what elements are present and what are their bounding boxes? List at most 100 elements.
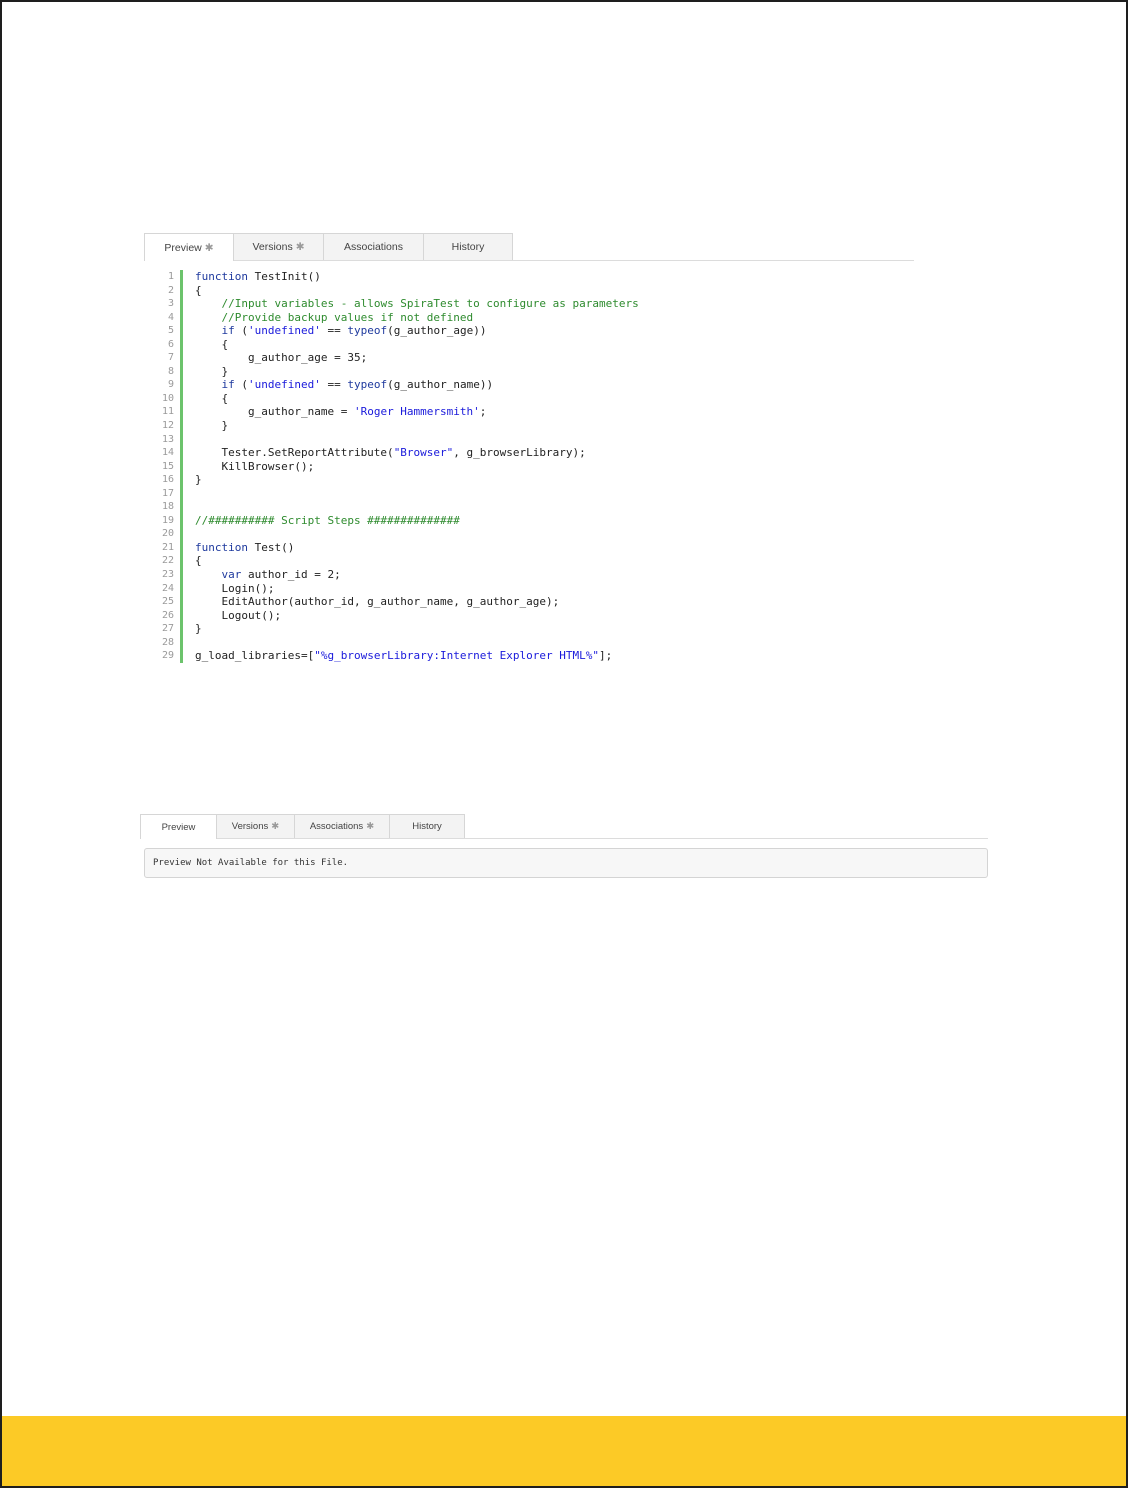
code-token: g_author_age = 35; (195, 351, 368, 365)
code-token: typeof (347, 324, 388, 338)
code-text: if ('undefined' == typeof(g_author_age)) (195, 324, 487, 338)
tab-preview[interactable]: Preview ✱ (144, 233, 234, 261)
code-text: { (195, 338, 228, 352)
code-line: 7 g_author_age = 35; (152, 351, 639, 365)
code-token: } (195, 419, 229, 433)
line-number: 24 (161, 582, 174, 594)
code-token: g_load_libraries=[ (195, 649, 315, 663)
code-token: ( (234, 324, 248, 338)
code-text: //Input variables - allows SpiraTest to … (195, 297, 639, 311)
gutter-bar (180, 270, 183, 284)
line-number: 7 (167, 352, 174, 364)
code-line: 23 var author_id = 2; (152, 568, 639, 582)
line-number: 18 (161, 501, 174, 513)
line-number: 16 (161, 474, 174, 486)
tab-label: Preview (161, 821, 196, 833)
gutter-bar (180, 608, 183, 623)
code-line: 18 (152, 500, 639, 514)
code-line: 4 //Provide backup values if not defined (152, 310, 639, 325)
gutter-bar (180, 622, 183, 636)
preview-message: Preview Not Available for this File. (153, 858, 349, 868)
code-token: ]; (599, 649, 613, 663)
code-token: (g_author_age)) (387, 324, 487, 338)
code-token: function (195, 270, 248, 283)
tab-versions[interactable]: Versions ✱ (216, 814, 295, 838)
code-text: } (195, 365, 228, 379)
line-number: 23 (161, 569, 174, 581)
gutter-bar (180, 432, 183, 447)
code-token: { (195, 337, 229, 351)
code-line: 5 if ('undefined' == typeof(g_author_age… (152, 324, 639, 338)
gutter-bar (180, 283, 183, 298)
code-text: //Provide backup values if not defined (195, 310, 474, 325)
gutter-bar (180, 635, 183, 650)
tab-label: Associations (344, 241, 403, 253)
code-text: { (195, 284, 202, 298)
code-text: g_author_age = 35; (195, 351, 367, 365)
code-text: function TestInit() (195, 270, 321, 284)
code-text: EditAuthor(author_id, g_author_name, g_a… (195, 595, 559, 609)
tab-history[interactable]: History (389, 814, 465, 838)
code-token: 'undefined' (248, 378, 321, 392)
tab-label: History (451, 241, 485, 253)
code-line: 3 //Input variables - allows SpiraTest t… (152, 297, 639, 311)
asterisk-icon: ✱ (295, 241, 305, 253)
asterisk-icon: ✱ (204, 241, 214, 254)
line-number: 15 (161, 460, 174, 472)
gutter-bar (180, 324, 183, 338)
tab-associations[interactable]: Associations ✱ (294, 814, 390, 838)
gutter-bar (180, 595, 183, 609)
code-text: if ('undefined' == typeof(g_author_name)… (195, 378, 494, 392)
code-token: Logout(); (195, 608, 282, 622)
code-line: 25 EditAuthor(author_id, g_author_name, … (152, 595, 639, 609)
gutter-bar (180, 649, 183, 663)
line-number: 4 (167, 311, 174, 323)
code-text: KillBrowser(); (195, 460, 314, 474)
code-token: ( (234, 378, 248, 392)
tab-label: History (412, 821, 442, 832)
code-line: 9 if ('undefined' == typeof(g_author_nam… (152, 378, 639, 392)
preview-tabs-bottom: Preview Versions ✱ Associations ✱ History (140, 814, 988, 839)
gutter-bar (180, 500, 183, 514)
code-token: TestInit() (247, 270, 321, 283)
gutter-bar (180, 540, 183, 555)
gutter-bar (180, 351, 183, 365)
code-token: Tester.SetReportAttribute( (195, 446, 394, 460)
code-token: , g_browserLibrary); (453, 446, 586, 460)
line-number: 19 (161, 514, 174, 526)
code-text: Login(); (195, 582, 274, 596)
tab-associations[interactable]: Associations (323, 233, 424, 260)
code-token: == (320, 324, 348, 338)
gutter-bar (180, 310, 183, 325)
tab-versions[interactable]: Versions ✱ (233, 233, 324, 260)
code-token: EditAuthor(author_id, g_author_name, g_a… (195, 595, 560, 609)
line-number: 3 (167, 298, 174, 310)
code-token: if (221, 378, 235, 392)
code-token: g_author_name = (195, 405, 354, 419)
code-line: 20 (152, 527, 639, 541)
code-line: 12 } (152, 419, 639, 433)
line-number: 12 (161, 420, 174, 432)
code-line: 6 { (152, 337, 639, 352)
line-number: 26 (161, 609, 174, 621)
line-number: 25 (161, 596, 174, 608)
tab-history[interactable]: History (423, 233, 513, 260)
line-number: 29 (161, 650, 174, 662)
code-token: { (195, 283, 202, 297)
code-line: 16} (152, 473, 639, 487)
line-number: 8 (167, 365, 174, 377)
code-token: var (221, 568, 242, 582)
line-number: 13 (161, 433, 174, 445)
line-number: 9 (167, 379, 174, 391)
code-token: //Provide backup values if not defined (221, 310, 474, 324)
code-text: function Test() (195, 541, 294, 555)
gutter-bar (180, 391, 183, 406)
gutter-bar (180, 378, 183, 392)
tab-preview[interactable]: Preview (140, 814, 217, 839)
code-text: } (195, 419, 228, 433)
code-token: function (195, 540, 248, 554)
code-token: == (320, 378, 348, 392)
gutter-bar (180, 337, 183, 352)
gutter-bar (180, 486, 183, 501)
code-line: 11 g_author_name = 'Roger Hammersmith'; (152, 405, 639, 420)
